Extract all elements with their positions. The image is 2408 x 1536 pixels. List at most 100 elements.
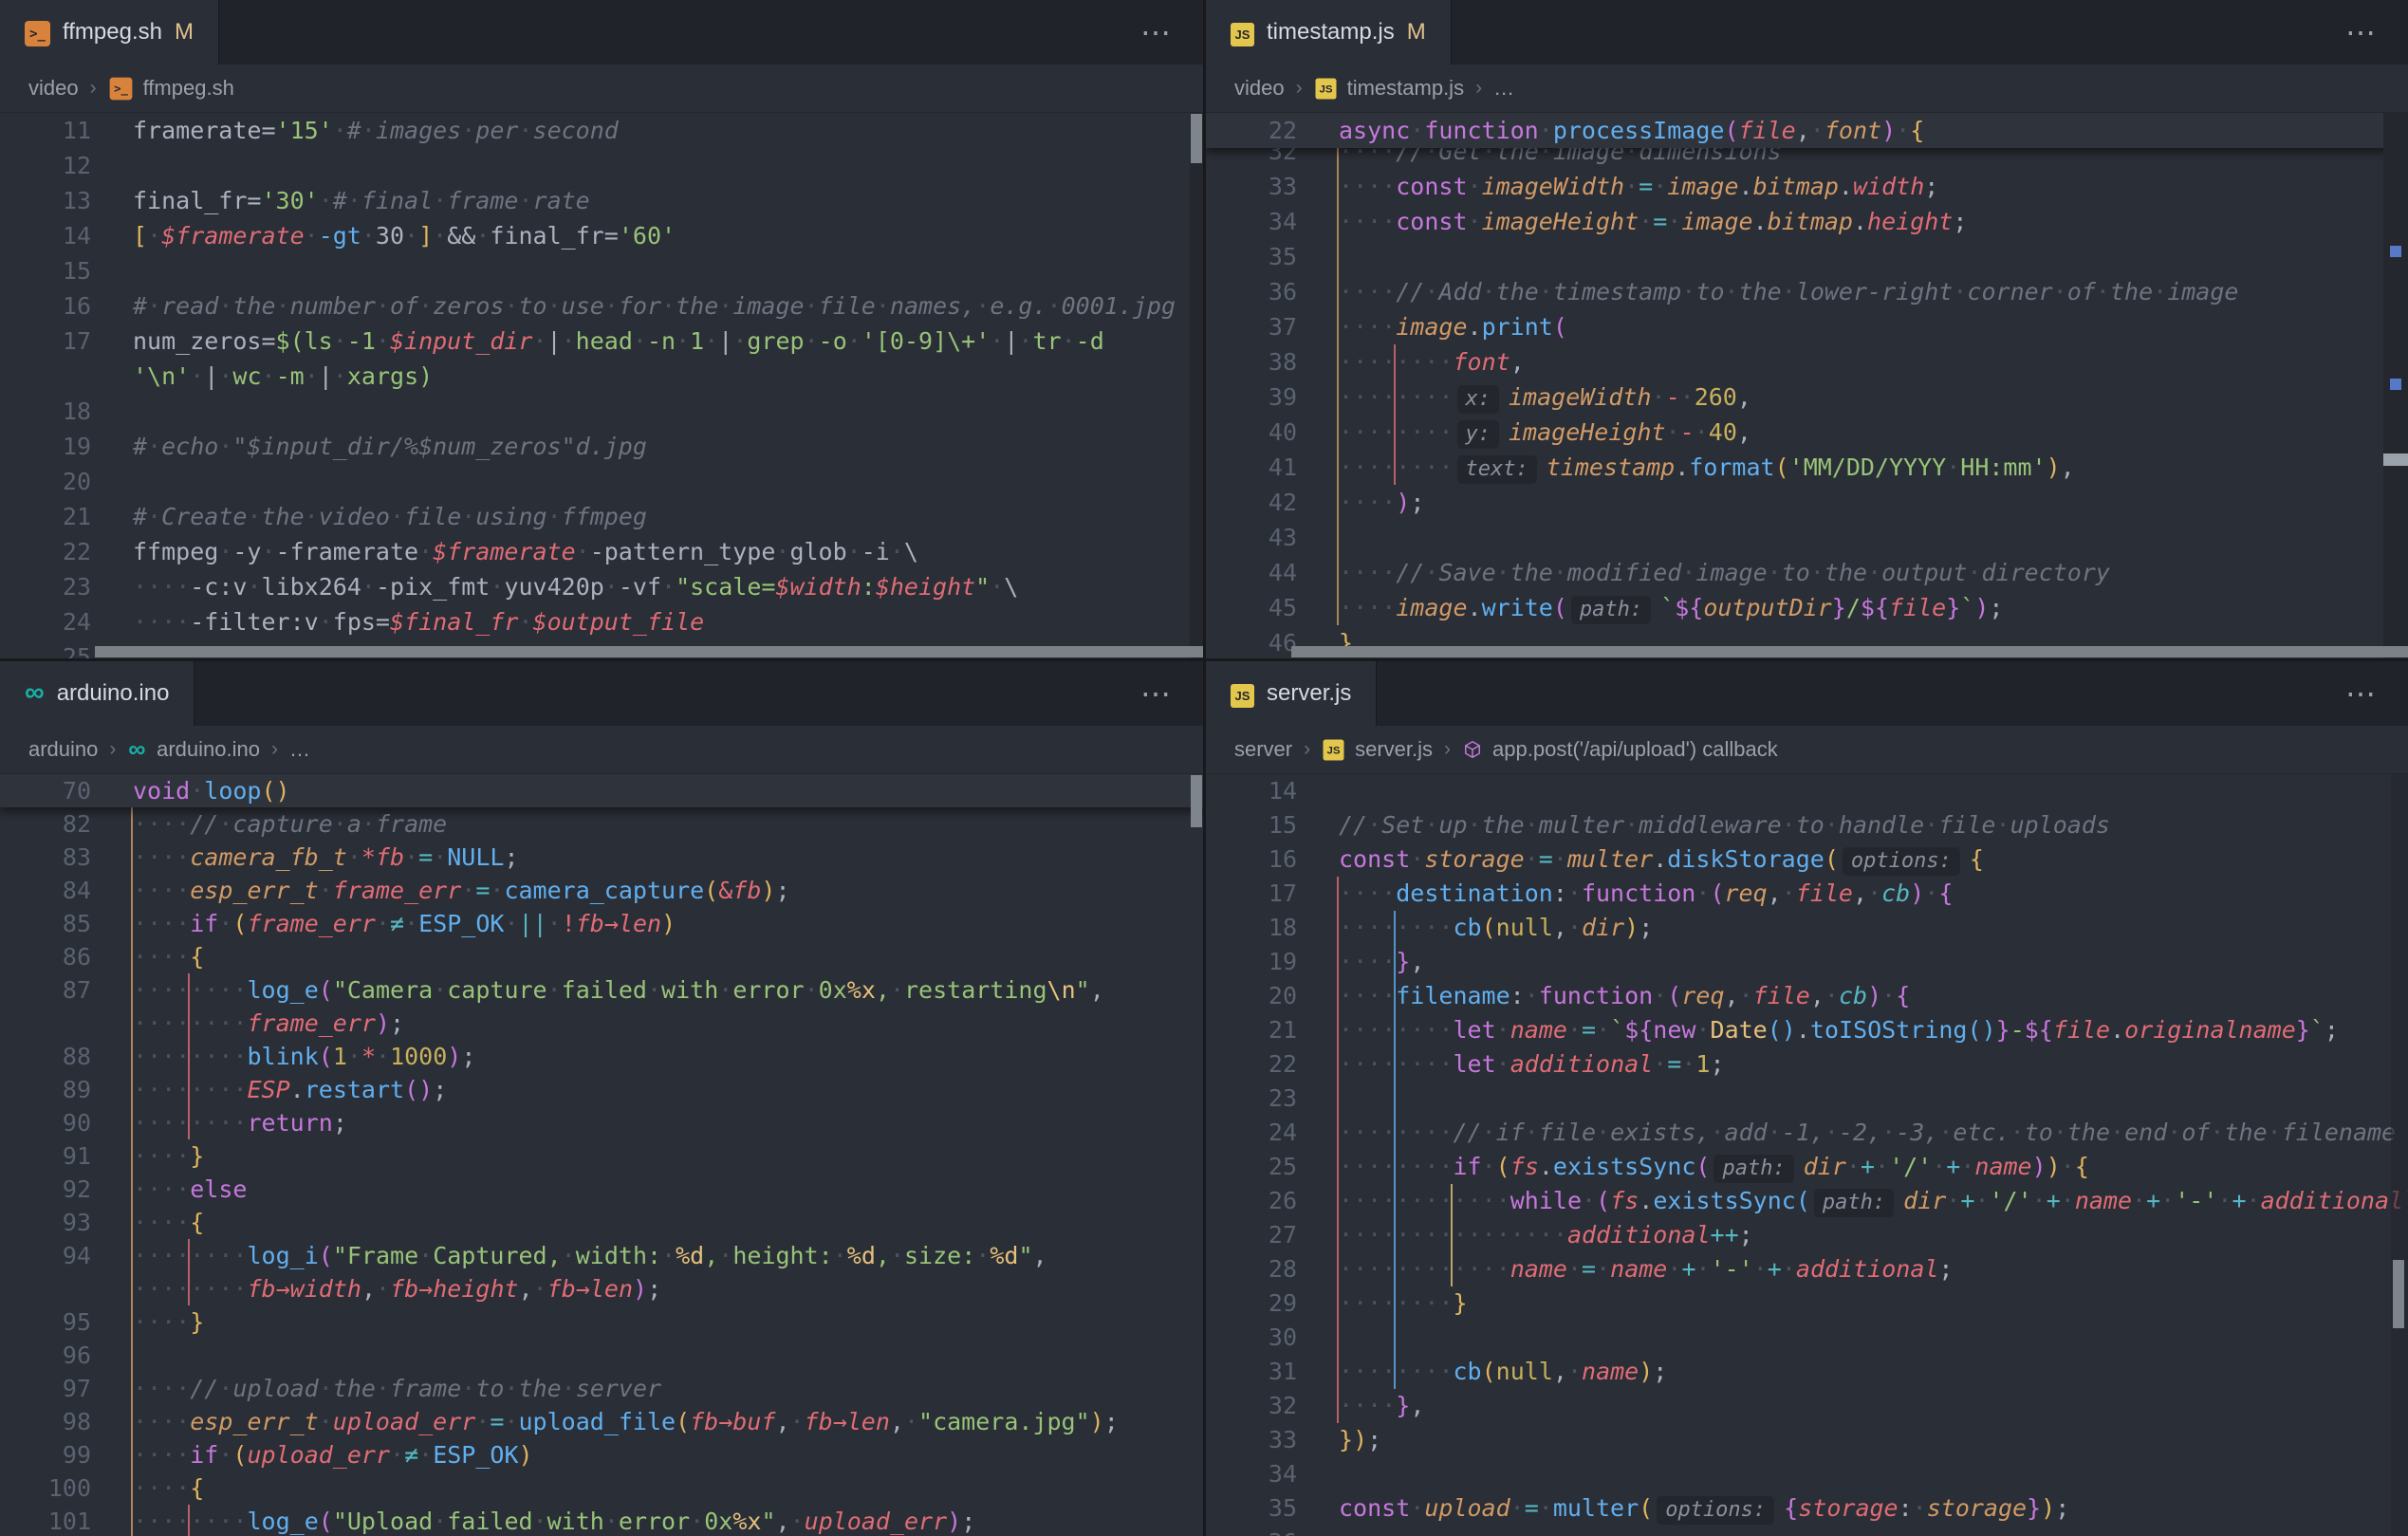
arduino-icon: ∞ [25,679,45,707]
overview-mark [2390,379,2401,390]
code-line: 18 [0,394,1203,429]
tab-label: ffmpeg.sh [63,19,162,46]
code-line: 17····destination:·function·(req,·file,·… [1206,877,2408,911]
code-line: 31········cb(null,·name); [1206,1355,2408,1389]
line-number: 28 [1206,1252,1305,1286]
js-icon: JS [1231,19,1254,46]
line-number [0,1007,99,1040]
breadcrumb-item[interactable]: >_ffmpeg.sh [108,76,234,102]
line-number: 30 [1206,1321,1305,1355]
code-line: 18········cb(null,·dir); [1206,911,2408,945]
code-line: 82····//·capture·a·frame [0,807,1203,841]
line-number: 88 [0,1040,99,1073]
code-editor[interactable]: 1415//·Set·up·the·multer·middleware·to·h… [1206,773,2408,1536]
breadcrumb-item[interactable]: JStimestamp.js [1314,76,1464,101]
indent-guide [188,1505,190,1536]
breadcrumb-item[interactable]: video [1234,76,1285,101]
line-number: 21 [1206,1013,1305,1047]
code-editor[interactable]: 82····//·capture·a·frame83····camera_fb_… [0,773,1203,1536]
code-line: 92····else [0,1173,1203,1206]
vertical-scrollbar[interactable] [1191,114,1202,163]
line-number: 70 [0,774,99,807]
code-line: 36····//·Add·the·timestamp·to·the·lower-… [1206,274,2408,309]
line-number: 18 [1206,911,1305,945]
code-line: 88········blink(1·*·1000); [0,1040,1203,1073]
code-line: 13final_fr='30'·#·final·frame·rate [0,183,1203,218]
more-actions-icon[interactable]: ⋯ [1140,17,1171,47]
line-number: 22 [1206,1047,1305,1082]
chevron-right-icon: › [1444,738,1451,761]
breadcrumb-item[interactable]: … [289,737,310,762]
breadcrumb-item[interactable]: … [1493,76,1514,101]
chevron-right-icon: › [90,77,97,100]
code-line: 21#·Create·the·video·file·using·ffmpeg [0,499,1203,534]
vertical-scrollbar[interactable] [2383,453,2408,466]
line-number: 94 [0,1239,99,1272]
code-line: 34····const·imageHeight·=·image.bitmap.h… [1206,204,2408,239]
code-line: 44····//·Save·the·modified·image·to·the·… [1206,555,2408,590]
line-number: 34 [1206,204,1305,239]
breadcrumb-item[interactable]: server [1234,737,1292,762]
code-line: 42····); [1206,485,2408,520]
modified-badge: M [175,19,194,46]
line-number: 21 [0,499,99,534]
code-editor[interactable]: 11framerate='15'·#·images·per·second1213… [0,112,1203,658]
code-line: 22········let·additional·=·1; [1206,1047,2408,1082]
code-line: 83····camera_fb_t·*fb·=·NULL; [0,841,1203,874]
code-line: 96 [0,1339,1203,1372]
code-line: 20····filename:·function·(req,·file,·cb)… [1206,979,2408,1013]
code-line: 39········x:imageWidth·-·260, [1206,379,2408,415]
breadcrumb[interactable]: server›JSserver.js›app.post('/api/upload… [1206,726,2408,773]
vertical-scrollbar[interactable] [2393,1260,2404,1328]
tab-timestamp-js[interactable]: JS timestamp.js M [1206,0,1452,65]
inlay-hint: x: [1457,385,1500,414]
breadcrumb-item[interactable]: video [28,76,79,101]
code-line: 38········font, [1206,344,2408,379]
code-line: 19#·echo·"$input_dir/%$num_zeros"d.jpg [0,429,1203,464]
breadcrumb-item[interactable]: arduino [28,737,98,762]
breadcrumb-item[interactable]: ∞arduino.ino [127,736,260,764]
code-line: 33····const·imageWidth·=·image.bitmap.wi… [1206,169,2408,204]
code-line: 11framerate='15'·#·images·per·second [0,113,1203,148]
tab-label: arduino.ino [57,680,170,707]
line-number: 31 [1206,1355,1305,1389]
overview-mark [2390,246,2401,257]
code-line: 86····{ [0,940,1203,973]
more-actions-icon[interactable]: ⋯ [1140,678,1171,709]
line-number: 25 [0,639,99,658]
tab-server-js[interactable]: JS server.js [1206,661,1377,726]
code-line: 23 [1206,1082,2408,1116]
horizontal-scrollbar[interactable] [1291,646,2408,657]
tab-ffmpeg-sh[interactable]: >_ ffmpeg.sh M [0,0,219,65]
line-number: 90 [0,1106,99,1139]
breadcrumb-item[interactable]: JSserver.js [1322,737,1433,762]
tab-arduino-ino[interactable]: ∞ arduino.ino [0,661,194,726]
code-line: 101········log_e("Upload·failed·with·err… [0,1505,1203,1536]
vertical-scrollbar[interactable] [1191,775,1202,827]
code-editor[interactable]: 32····//·Get·the·image·dimensions33····c… [1206,112,2408,658]
breadcrumb-item[interactable]: app.post('/api/upload') callback [1462,737,1778,762]
line-number: 16 [1206,842,1305,877]
breadcrumb[interactable]: arduino›∞arduino.ino›… [0,726,1203,773]
editor-group-server: JS server.js ⋯ server›JSserver.js›app.po… [1206,661,2408,1536]
line-number: 41 [1206,450,1305,485]
indent-guide [1337,877,1339,1423]
method-icon [1463,740,1481,758]
horizontal-scrollbar[interactable] [95,646,1203,657]
breadcrumb[interactable]: video › >_ffmpeg.sh [0,65,1203,112]
code-line: 21········let·name·=·`${new·Date().toISO… [1206,1013,2408,1047]
more-actions-icon[interactable]: ⋯ [2345,17,2376,47]
code-line: 27················additional++; [1206,1218,2408,1252]
editor-grid: >_ ffmpeg.sh M ⋯ video › >_ffmpeg.sh 11fra… [0,0,2408,1536]
code-line: 23····-c:v·libx264·-pix_fmt·yuv420p·-vf·… [0,569,1203,604]
line-number: 35 [1206,1491,1305,1526]
line-number: 95 [0,1305,99,1339]
code-lines: 11framerate='15'·#·images·per·second1213… [0,113,1203,658]
more-actions-icon[interactable]: ⋯ [2345,678,2376,709]
breadcrumb[interactable]: video›JStimestamp.js›… [1206,65,2408,112]
line-number: 33 [1206,169,1305,204]
code-line: 91····} [0,1139,1203,1173]
js-icon: JS [1231,684,1254,708]
line-number: 91 [0,1139,99,1173]
line-number: 19 [1206,945,1305,979]
